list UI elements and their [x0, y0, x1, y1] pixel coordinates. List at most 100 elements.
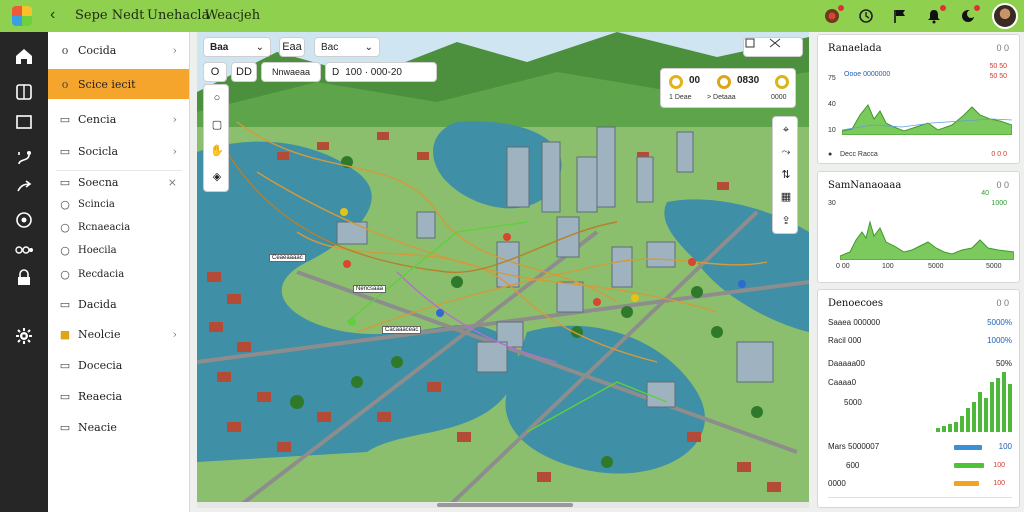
flag-icon[interactable]	[890, 6, 910, 26]
nav-subitem-rcnaeacia[interactable]: ○ Rcnaeacia	[48, 216, 189, 238]
avatar[interactable]	[992, 3, 1018, 29]
nav-item-docecia[interactable]: ▭ Docecia	[48, 351, 189, 379]
nav-item-icon: ▭	[59, 358, 71, 372]
nav-item-scice-iecit[interactable]: o Scice iecit	[48, 69, 189, 99]
progress-label: 0000	[828, 479, 846, 488]
home-icon[interactable]	[12, 44, 36, 68]
nav-item-neolcie[interactable]: ■ Neolcie ›	[48, 320, 189, 348]
frequency-panel: SamNanaoaaa 0 0 40 1000 30 0 00 100 5000…	[817, 171, 1020, 283]
nav-subitem-recdacia[interactable]: ○ Recdacia	[48, 263, 189, 285]
breadcrumb-section[interactable]: Unehacla	[147, 8, 209, 23]
map-expand-button[interactable]	[743, 37, 803, 57]
close-icon[interactable]: ×	[168, 176, 177, 189]
distribution-bar-chart[interactable]	[936, 368, 1014, 432]
time-label: D	[332, 66, 340, 78]
layers-icon[interactable]	[12, 80, 36, 104]
share-icon[interactable]	[12, 176, 36, 200]
lock-icon[interactable]	[12, 266, 36, 290]
nav-item-neacie[interactable]: ▭ Neacie	[48, 413, 189, 441]
nav-item-socicla[interactable]: ▭ Socicla ›	[48, 137, 189, 165]
time-range-input[interactable]: D 100 · 000-20	[325, 62, 437, 82]
progress-row: 0000	[828, 479, 1012, 493]
nav-item-label: Neolcie	[78, 327, 121, 341]
map-location-label[interactable]: Nencsaaa	[353, 285, 387, 293]
map-location-label[interactable]: Ceaeaaaac	[269, 254, 306, 262]
stat-label: Racil 000	[828, 336, 862, 345]
nav-item-icon: ▭	[59, 112, 71, 126]
breadcrumb-page[interactable]: Weacjeh	[205, 8, 260, 23]
nav-item-icon: ▭	[59, 297, 71, 311]
x-tick: 5000	[986, 263, 1002, 270]
tab-label: Nnwaeaa	[271, 67, 311, 77]
nav-item-label: Scice iecit	[78, 77, 136, 91]
breadcrumb-app[interactable]: Sepe Nedt	[75, 8, 144, 23]
circle-select-icon[interactable]: ○	[208, 89, 226, 107]
panel-actions[interactable]: 0 0	[996, 298, 1009, 308]
dark-mode-icon[interactable]	[958, 5, 980, 26]
progress-bar	[954, 445, 982, 450]
nav-item-label: Rcnaeacia	[78, 221, 131, 233]
filter-button[interactable]: Eaa	[279, 37, 305, 57]
icon-rail	[0, 32, 48, 512]
frequency-area-chart[interactable]	[840, 202, 1014, 260]
bell-icon[interactable]	[924, 5, 946, 26]
nav-item-icon: ■	[59, 327, 71, 341]
target-icon[interactable]	[12, 208, 36, 232]
tab-names[interactable]: Nnwaeaa	[261, 62, 321, 82]
stat-value: 40	[981, 190, 989, 197]
legend-caption: > Detaaa	[707, 94, 736, 101]
settings-grid-icon[interactable]	[12, 238, 36, 262]
layers-icon[interactable]: ▦	[777, 187, 795, 205]
view-select[interactable]: Bac ⌄	[314, 37, 380, 57]
lock-icon[interactable]: ▢	[208, 115, 226, 133]
tab-circle[interactable]: O	[203, 62, 227, 82]
progress-bar	[954, 463, 984, 468]
trend-area-chart[interactable]	[842, 75, 1012, 135]
pan-icon[interactable]: ✋	[208, 141, 226, 159]
city-map-view[interactable]: Baa ⌄ Eaa Bac ⌄ O DD Nnwaeaa D 100 · 000…	[197, 32, 809, 508]
location-icon[interactable]: ◈	[208, 167, 226, 185]
route-icon[interactable]: ⤳	[777, 143, 795, 161]
nav-item-label: Hoecila	[78, 244, 117, 256]
measure-icon[interactable]: ⇅	[777, 165, 795, 183]
legend-swatch-icon: ●	[828, 151, 833, 158]
nav-item-dacida[interactable]: ▭ Dacida	[48, 290, 189, 318]
tab-label: DD	[236, 66, 252, 78]
nav-item-icon: ○	[60, 243, 70, 257]
y-tick: 30	[828, 200, 836, 207]
top-bar: ‹ Sepe Nedt Unehacla Weacjeh	[0, 0, 1024, 32]
progress-label: 600	[846, 461, 860, 470]
nav-item-reaecia[interactable]: ▭ Reaecia	[48, 382, 189, 410]
clock-icon[interactable]	[856, 6, 876, 26]
nav-subitem-scincia[interactable]: ○ Scincia	[48, 193, 189, 215]
chevron-down-icon: ⌄	[255, 41, 264, 53]
share-icon[interactable]: ⇪	[777, 211, 795, 229]
chevron-left-icon[interactable]: ‹	[50, 5, 55, 25]
nav-item-cocida[interactable]: o Cocida ›	[48, 36, 189, 64]
gear-icon[interactable]	[12, 324, 36, 348]
map-legend-card: 00 1 Deae 0830 > Detaaa 0000	[660, 68, 796, 108]
legend-marker-icon	[775, 75, 789, 89]
legend-caption: 0000	[771, 94, 787, 101]
map-layer-select[interactable]: Baa ⌄	[203, 37, 271, 57]
stat-label: 5000	[844, 398, 862, 407]
route-icon[interactable]	[12, 146, 36, 170]
nav-item-icon: ▭	[59, 389, 71, 403]
app-logo-icon[interactable]	[12, 6, 32, 26]
nav-item-icon: o	[61, 43, 69, 57]
nav-item-cencia[interactable]: ▭ Cencia ›	[48, 105, 189, 133]
nav-item-soecna[interactable]: ▭ Soecna ×	[48, 168, 189, 196]
nav-item-icon: ○	[60, 267, 70, 281]
panel-actions[interactable]: 0 0	[996, 180, 1009, 190]
target-icon[interactable]: ⌖	[777, 121, 795, 139]
time-value: 100 · 000-20	[345, 66, 402, 78]
frame-icon[interactable]	[12, 110, 36, 134]
nav-subitem-hoecila[interactable]: ○ Hoecila	[48, 239, 189, 261]
panel-actions[interactable]: 0 0	[996, 43, 1009, 53]
legend-value: 00	[689, 75, 701, 86]
map-scrollbar[interactable]	[197, 502, 809, 508]
record-icon[interactable]	[822, 5, 844, 26]
map-location-label[interactable]: Cacaaaceac	[382, 326, 422, 334]
progress-value: 100	[993, 480, 1005, 487]
tab-dd[interactable]: DD	[231, 62, 257, 82]
